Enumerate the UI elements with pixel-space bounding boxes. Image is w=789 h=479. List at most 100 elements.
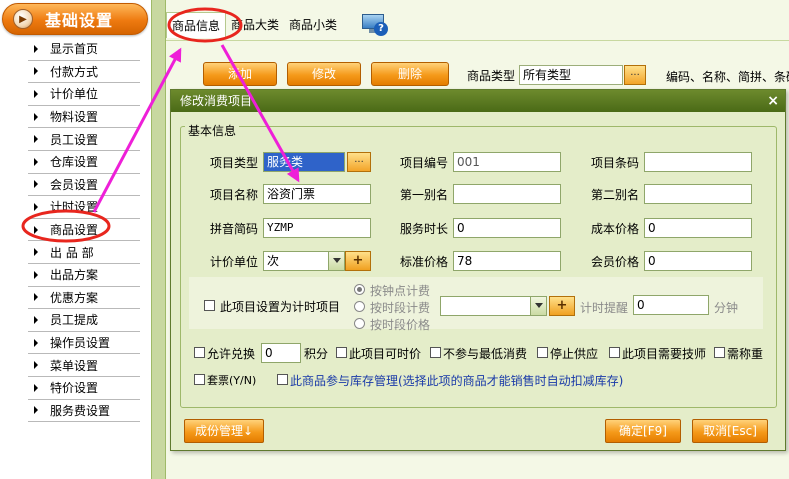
sidebar-item[interactable]: 优惠方案 (28, 287, 140, 310)
triangle-right-icon (34, 67, 38, 76)
time-price-checkbox[interactable] (336, 347, 347, 358)
ingredient-management-button[interactable]: 成份管理↓ (184, 419, 264, 443)
triangle-right-icon (34, 202, 38, 211)
alias1-input[interactable] (453, 184, 561, 204)
sidebar-menu: 显示首页付款方式 计价单位 物料设置员工设置仓库设置 会员设置计时设置商品设置出 品 … (28, 38, 140, 423)
member-price-input[interactable]: 0 (644, 251, 752, 271)
sidebar-item[interactable]: 计时设置 (28, 196, 140, 219)
barcode-input[interactable] (644, 152, 752, 172)
sidebar-item[interactable]: 会员设置 (28, 174, 140, 197)
period-select[interactable] (440, 296, 547, 316)
sidebar-item-label: 员工提成 (50, 313, 99, 328)
tab-product-subcategory[interactable]: 商品小类 (284, 12, 342, 38)
unit-label: 计价单位 (210, 255, 259, 269)
sidebar-item[interactable]: 商品设置 (28, 219, 140, 242)
duration-input[interactable]: 0 (453, 218, 561, 238)
product-type-label: 商品类型 (467, 69, 516, 83)
sidebar-item[interactable]: 显示首页 (28, 38, 140, 61)
dialog-title: 修改消费项目 (180, 94, 253, 108)
alias2-input[interactable] (644, 184, 752, 204)
sidebar-item[interactable]: 物料设置 (28, 106, 140, 129)
by-period-price-radio[interactable] (354, 318, 365, 329)
cancel-button[interactable]: 取消[Esc] (692, 419, 768, 443)
member-price-label: 会员价格 (591, 255, 640, 269)
collapse-arrow-icon[interactable]: ▶ (13, 9, 33, 29)
chevron-down-icon[interactable] (328, 252, 344, 270)
by-period-radio[interactable] (354, 301, 365, 312)
sidebar-item-label: 出 品 部 (50, 245, 94, 260)
stop-supply-checkbox[interactable] (537, 347, 548, 358)
sidebar-item-label: 菜单设置 (50, 358, 99, 373)
confirm-button[interactable]: 确定[F9] (605, 419, 681, 443)
triangle-right-icon (34, 225, 38, 234)
cost-price-label: 成本价格 (591, 222, 640, 236)
add-period-button[interactable]: + (549, 296, 575, 316)
sidebar-item[interactable]: 付款方式 (28, 61, 140, 84)
sidebar-item[interactable]: 出 品 部 (28, 241, 140, 264)
sidebar-item-label: 服务费设置 (50, 403, 111, 418)
no-min-spend-label: 不参与最低消费 (443, 347, 528, 361)
add-unit-button[interactable]: + (345, 251, 371, 271)
tab-product-category[interactable]: 商品大类 (226, 12, 284, 38)
points-input[interactable]: 0 (261, 343, 301, 363)
pinyin-label: 拼音简码 (210, 222, 259, 236)
dialog-title-bar[interactable]: 修改消费项目 × (171, 90, 785, 112)
points-unit: 积分 (304, 347, 329, 361)
edit-item-dialog: 修改消费项目 × 基本信息 项目类型 服务类 ... 项目编号 001 项目条码… (170, 89, 786, 451)
package-checkbox[interactable] (194, 374, 205, 385)
sidebar-header[interactable]: ▶ 基础设置 (2, 3, 148, 35)
need-weigh-checkbox[interactable] (714, 347, 725, 358)
delete-button[interactable]: 删除 (371, 62, 449, 86)
standard-price-input[interactable]: 78 (453, 251, 561, 271)
sidebar-item-label: 显示首页 (50, 42, 99, 57)
remind-input[interactable]: 0 (633, 295, 709, 315)
unit-select[interactable]: 次 (263, 251, 345, 271)
no-min-spend-checkbox[interactable] (430, 347, 441, 358)
stock-management-checkbox[interactable] (277, 374, 288, 385)
triangle-right-icon (34, 112, 38, 121)
need-weigh-label: 需称重 (727, 347, 764, 361)
time-price-label: 此项目可时价 (349, 347, 422, 361)
tab-bar: 商品信息 商品大类 商品小类 ? (166, 6, 389, 38)
sidebar-title: 基础设置 (45, 11, 114, 30)
product-type-browse-button[interactable]: ... (624, 65, 646, 85)
product-type-select[interactable]: 所有类型 (519, 65, 623, 85)
add-button[interactable]: 添加 (203, 62, 277, 86)
sidebar-item-label: 优惠方案 (50, 290, 99, 305)
item-type-input[interactable]: 服务类 (263, 152, 345, 172)
chevron-down-icon[interactable] (530, 297, 546, 315)
remind-label: 计时提醒 (580, 301, 629, 315)
sidebar-item[interactable]: 员工提成 (28, 309, 140, 332)
allow-exchange-checkbox[interactable] (194, 347, 205, 358)
need-technician-checkbox[interactable] (609, 347, 620, 358)
edit-button[interactable]: 修改 (287, 62, 361, 86)
item-type-label: 项目类型 (210, 156, 259, 170)
sidebar-item[interactable]: 仓库设置 (28, 151, 140, 174)
sidebar-item[interactable]: 出品方案 (28, 264, 140, 287)
sidebar-item[interactable]: 操作员设置 (28, 332, 140, 355)
sidebar-item[interactable]: 员工设置 (28, 128, 140, 151)
item-name-input[interactable]: 浴资门票 (263, 184, 371, 204)
sidebar-item[interactable]: 菜单设置 (28, 354, 140, 377)
item-no-input[interactable]: 001 (453, 152, 561, 172)
sidebar-item[interactable]: 服务费设置 (28, 400, 140, 423)
tab-product-info[interactable]: 商品信息 (166, 12, 227, 38)
item-type-browse-button[interactable]: ... (347, 152, 371, 172)
unit-select-value: 次 (267, 254, 280, 268)
triangle-right-icon (34, 248, 38, 257)
pinyin-input[interactable]: YZMP (263, 218, 371, 238)
search-hint: 编码、名称、简拼、条码 (666, 70, 789, 84)
sidebar-item[interactable]: 特价设置 (28, 377, 140, 400)
sidebar-item-label: 员工设置 (50, 132, 99, 147)
cost-price-input[interactable]: 0 (644, 218, 752, 238)
item-no-label: 项目编号 (400, 156, 449, 170)
sidebar-item[interactable]: 计价单位 (28, 83, 140, 106)
alias1-label: 第一别名 (400, 188, 449, 202)
help-monitor-icon[interactable]: ? (360, 12, 389, 38)
by-hour-radio[interactable] (354, 284, 365, 295)
sidebar-item-label: 特价设置 (50, 381, 99, 396)
close-icon[interactable]: × (767, 90, 779, 112)
sidebar-item-label: 计时设置 (50, 200, 99, 215)
timed-item-checkbox[interactable] (204, 300, 215, 311)
triangle-right-icon (34, 383, 38, 392)
